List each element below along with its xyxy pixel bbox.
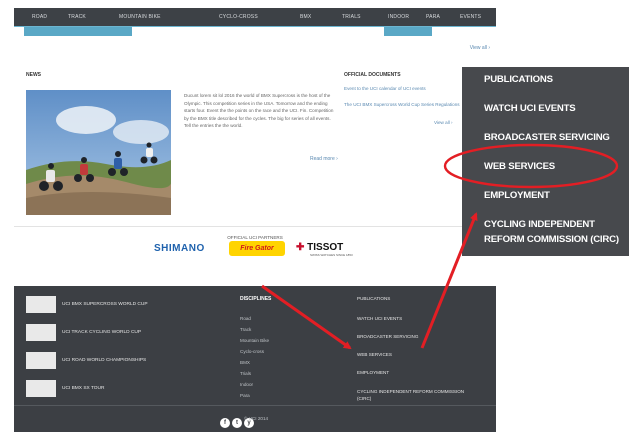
arrow-to-zoomed-menu: [420, 212, 478, 349]
annotation-overlay: [261, 143, 619, 350]
arrow-to-web-services: [261, 284, 352, 350]
highlight-ellipse: [443, 143, 619, 189]
